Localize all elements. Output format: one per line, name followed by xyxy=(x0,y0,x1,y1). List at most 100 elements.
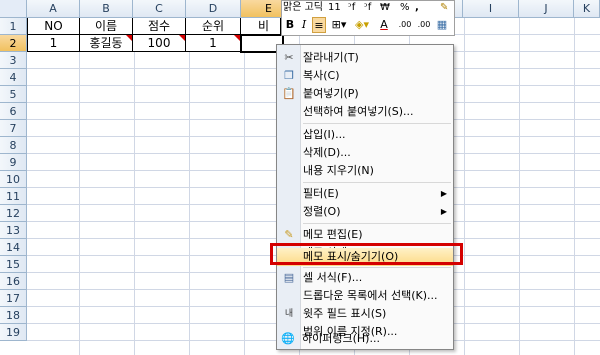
column-header-j[interactable]: J xyxy=(519,0,574,18)
menu-item-delete[interactable]: 삭제(D)... xyxy=(277,144,453,162)
menu-separator xyxy=(303,223,451,224)
cell-b2-value: 홍길동 xyxy=(89,36,123,50)
format-painter-icon[interactable]: ✎ xyxy=(440,1,448,14)
menu-separator xyxy=(303,182,451,183)
fill-color-icon[interactable]: ◈▾ xyxy=(352,17,372,33)
menu-item-label: 셀 서식(F)... xyxy=(303,271,363,284)
cell-d2-value: 1 xyxy=(209,36,217,50)
menu-item-pick-from-list[interactable]: 드롭다운 목록에서 선택(K)... xyxy=(277,287,453,305)
cell-d1[interactable]: 순위 xyxy=(186,18,241,35)
select-all-corner[interactable] xyxy=(0,0,27,18)
submenu-arrow-icon: ▶ xyxy=(440,207,447,216)
menu-separator xyxy=(303,123,451,124)
scissors-icon: ✂ xyxy=(284,51,294,64)
menu-item-sort[interactable]: 정렬(O) ▶ xyxy=(277,203,453,221)
column-header-b[interactable]: B xyxy=(80,0,133,18)
cell-c2[interactable]: 100 xyxy=(133,35,186,52)
menu-item-label: 선택하여 붙여넣기(S)... xyxy=(303,105,414,118)
menu-item-hyperlink-row[interactable]: 🌐 하이퍼링크(H)... xyxy=(276,330,454,348)
format-cells-icon: ▤ xyxy=(283,271,295,284)
menu-item-format-cells[interactable]: ▤ 셀 서식(F)... xyxy=(277,269,453,287)
row-header[interactable]: 16 xyxy=(0,273,27,290)
column-header-i[interactable]: I xyxy=(463,0,519,18)
row-header[interactable]: 2 xyxy=(0,35,27,52)
italic-button[interactable]: I xyxy=(298,17,310,33)
mini-toolbar: 맑은 고딕 11 ᵓf ᵓf ₩ % , ✎ B I ≡ ⊞▾ ◈▾ A .00… xyxy=(281,0,455,36)
row-header[interactable]: 4 xyxy=(0,69,27,86)
decrease-decimal-button[interactable]: .00 xyxy=(415,17,433,33)
row-header[interactable]: 13 xyxy=(0,222,27,239)
copy-icon: ❐ xyxy=(284,69,294,82)
menu-item-paste-special[interactable]: 선택하여 붙여넣기(S)... xyxy=(277,103,453,121)
center-align-icon[interactable]: ≡ xyxy=(312,17,326,33)
menu-item-label: 필터(E) xyxy=(303,187,339,200)
menu-separator xyxy=(303,267,451,268)
context-menu: ✂ 잘라내기(T) ❐ 복사(C) 📋 붙여넣기(P) 선택하여 붙여넣기(S)… xyxy=(276,44,454,350)
menu-item-paste[interactable]: 📋 붙여넣기(P) xyxy=(277,85,453,103)
row-header[interactable]: 11 xyxy=(0,188,27,205)
row-header[interactable]: 14 xyxy=(0,239,27,256)
cell-b1[interactable]: 이름 xyxy=(80,18,133,35)
row-header[interactable]: 18 xyxy=(0,307,27,324)
column-header-d[interactable]: D xyxy=(186,0,241,18)
menu-item-label: 잘라내기(T) xyxy=(303,51,359,64)
menu-item-label: 드롭다운 목록에서 선택(K)... xyxy=(303,289,438,302)
cell-c2-value: 100 xyxy=(147,36,171,50)
cell-b2[interactable]: 홍길동 xyxy=(80,35,133,52)
row-header[interactable]: 10 xyxy=(0,171,27,188)
row-header[interactable]: 1 xyxy=(0,18,27,35)
menu-item-label: 삽입(I)... xyxy=(303,128,346,141)
grow-font-button[interactable]: ᵓf xyxy=(348,1,355,14)
menu-item-label: 정렬(O) xyxy=(303,205,341,218)
menu-item-clear-contents[interactable]: 내용 지우기(N) xyxy=(277,162,453,180)
menu-item-label: 하이퍼링크(H)... xyxy=(302,332,380,345)
menu-item-label: 삭제(D)... xyxy=(303,146,351,159)
comment-indicator-icon xyxy=(179,35,185,41)
font-color-button[interactable]: A xyxy=(375,17,393,33)
menu-item-cut[interactable]: ✂ 잘라내기(T) xyxy=(277,49,453,67)
comment-indicator-icon xyxy=(126,35,132,41)
percent-button[interactable]: % xyxy=(400,1,410,14)
merge-cells-icon[interactable]: ▦ xyxy=(434,17,450,33)
row-header[interactable]: 6 xyxy=(0,103,27,120)
hyperlink-icon: 🌐 xyxy=(281,332,295,345)
row-header[interactable]: 7 xyxy=(0,120,27,137)
menu-item-phonetic-field[interactable]: 내 윗주 필드 표시(S) xyxy=(277,305,453,323)
paste-icon: 📋 xyxy=(282,87,296,100)
menu-item-label: 붙여넣기(P) xyxy=(303,87,359,100)
font-name-box[interactable]: 맑은 고딕 xyxy=(283,1,323,14)
menu-item-copy[interactable]: ❐ 복사(C) xyxy=(277,67,453,85)
column-header-a[interactable]: A xyxy=(27,0,80,18)
submenu-arrow-icon: ▶ xyxy=(440,189,447,198)
row-header[interactable]: 12 xyxy=(0,205,27,222)
cell-a2[interactable]: 1 xyxy=(27,35,80,52)
row-header[interactable]: 9 xyxy=(0,154,27,171)
row-header[interactable]: 3 xyxy=(0,52,27,69)
menu-item-label: 복사(C) xyxy=(303,69,340,82)
font-size-box[interactable]: 11 xyxy=(328,1,341,14)
edit-note-icon: ✎ xyxy=(284,228,294,241)
borders-icon[interactable]: ⊞▾ xyxy=(330,17,348,33)
row-header[interactable]: 17 xyxy=(0,290,27,307)
row-header[interactable]: 15 xyxy=(0,256,27,273)
bold-button[interactable]: B xyxy=(284,17,296,33)
increase-decimal-button[interactable]: .00 xyxy=(396,17,414,33)
menu-item-insert[interactable]: 삽입(I)... xyxy=(277,126,453,144)
row-header[interactable]: 19 xyxy=(0,324,27,341)
comma-button[interactable]: , xyxy=(415,1,419,14)
row-header[interactable]: 5 xyxy=(0,86,27,103)
row-header[interactable]: 8 xyxy=(0,137,27,154)
phonetic-icon: 내 xyxy=(284,309,294,319)
column-header-k[interactable]: K xyxy=(574,0,600,18)
menu-item-filter[interactable]: 필터(E) ▶ xyxy=(277,185,453,203)
cell-e1[interactable]: 비고 xyxy=(241,18,281,50)
cell-c1[interactable]: 점수 xyxy=(133,18,186,35)
shrink-font-button[interactable]: ᵓf xyxy=(364,1,371,14)
currency-button[interactable]: ₩ xyxy=(380,1,390,14)
cell-d2[interactable]: 1 xyxy=(186,35,241,52)
cell-a1[interactable]: NO xyxy=(27,18,80,35)
menu-item-edit-comment[interactable]: ✎ 메모 편집(E) xyxy=(277,226,453,244)
menu-item-label: 내용 지우기(N) xyxy=(303,164,374,177)
column-header-c[interactable]: C xyxy=(133,0,186,18)
menu-item-label: 메모 편집(E) xyxy=(303,228,363,241)
